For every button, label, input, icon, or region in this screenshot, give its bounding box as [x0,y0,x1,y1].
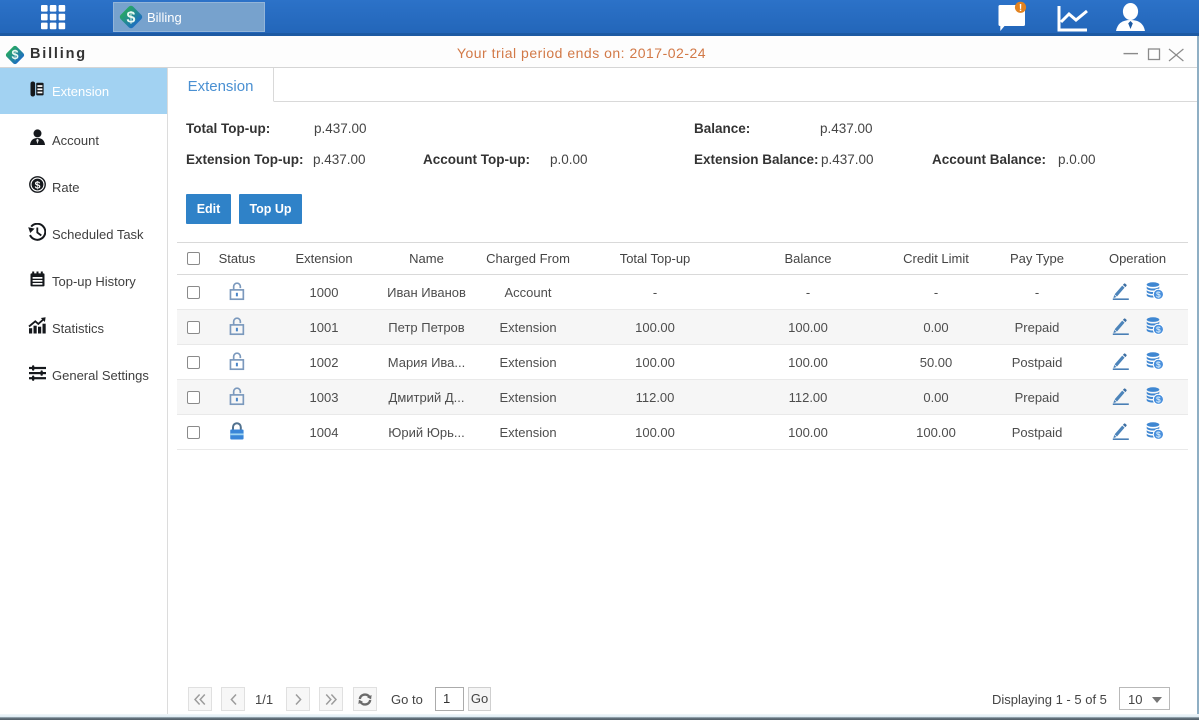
svg-text:$: $ [1156,359,1161,369]
svg-text:!: ! [1019,3,1022,14]
svg-text:$: $ [127,10,136,27]
svg-text:$: $ [1156,289,1161,299]
svg-text:$: $ [1156,429,1161,439]
svg-text:$: $ [1156,324,1161,334]
svg-text:$: $ [1156,394,1161,404]
svg-text:$: $ [34,179,40,191]
